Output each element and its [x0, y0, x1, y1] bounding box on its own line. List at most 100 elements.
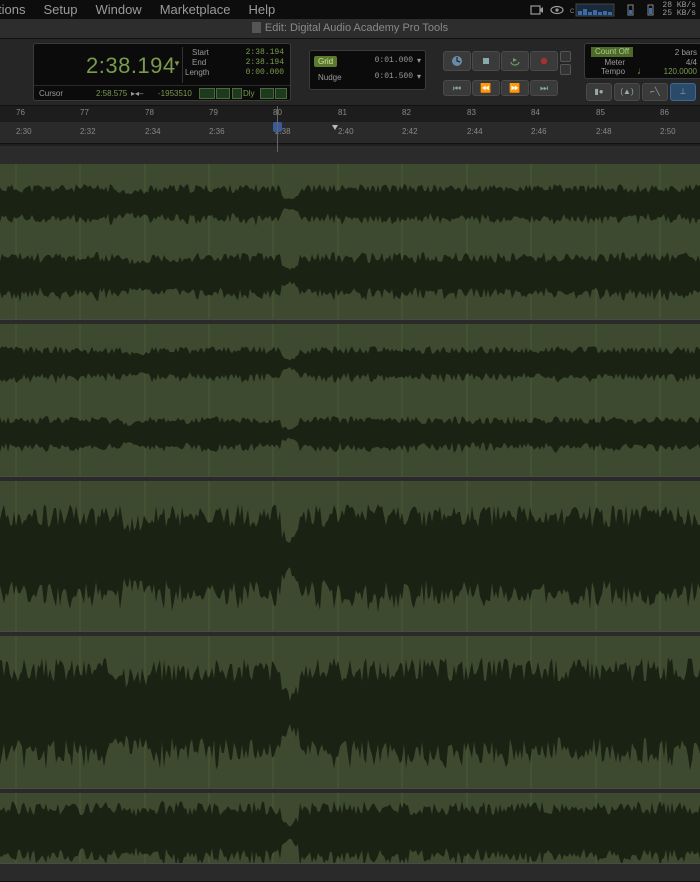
chevron-down-icon[interactable]: ▾: [417, 72, 421, 81]
main-counter[interactable]: 2:38.194 ▼ Start 2:38.194 End 2:38.194 L…: [33, 43, 291, 101]
time-label: 2:36: [209, 127, 225, 136]
bar-label: 77: [80, 108, 89, 117]
mono-waveform: [0, 481, 700, 631]
stop-icon: [483, 58, 489, 64]
nudge-row[interactable]: Nudge 0:01.500 ▾: [314, 71, 421, 85]
menu-marketplace[interactable]: Marketplace: [151, 0, 240, 19]
transport-option-toggle-2[interactable]: [560, 64, 571, 75]
record-toggle-icon: ▮●: [594, 87, 604, 96]
mini-toggle-icon-2[interactable]: [275, 88, 287, 99]
start-value[interactable]: 2:38.194: [246, 48, 284, 57]
chevron-down-icon[interactable]: ▾: [417, 56, 421, 65]
bars-beats-ruler[interactable]: 76 77 78 79 80 81 82 83 84 85 86: [0, 106, 700, 123]
document-icon: [251, 22, 261, 33]
time-label: 2:50: [660, 127, 676, 136]
clock-icon: [452, 56, 462, 66]
metronome-icon: (▲): [620, 87, 634, 96]
menubar-status-area: C 28 KB/s 25 KB/s: [530, 0, 700, 19]
loop-play-icon: [510, 58, 520, 66]
sample-value: -1953510: [158, 89, 192, 98]
waveform-lane: [0, 416, 700, 454]
mini-meter-icon-2[interactable]: [216, 88, 230, 99]
disk-meter-icon[interactable]: [642, 4, 656, 16]
time-label: 2:48: [596, 127, 612, 136]
rewind-icon: ⏪: [480, 83, 492, 93]
grid-value[interactable]: 0:01.000: [375, 56, 413, 65]
fast-forward-button[interactable]: ⏩: [501, 80, 529, 96]
bar-label: 76: [16, 108, 25, 117]
tempo-ruler-button[interactable]: ⊥: [670, 83, 696, 101]
counter-divider: [182, 47, 183, 83]
bar-label: 83: [467, 108, 476, 117]
mini-toggle-icon[interactable]: [260, 88, 274, 99]
time-label: 2:42: [402, 127, 418, 136]
rewind-button[interactable]: ⏪: [472, 80, 500, 96]
conductor-button[interactable]: ⌐╲: [642, 83, 668, 101]
menu-options[interactable]: tions: [0, 0, 34, 19]
online-button[interactable]: [443, 51, 471, 71]
play-loop-button[interactable]: [501, 51, 529, 71]
camera-icon[interactable]: [530, 4, 544, 16]
track-clip[interactable]: [0, 164, 700, 319]
waveform-lane: [0, 184, 700, 226]
chevron-down-icon[interactable]: ▼: [173, 59, 181, 68]
end-value[interactable]: 2:38.194: [246, 58, 284, 67]
waveform-lane: [0, 252, 700, 302]
stereo-waveform: [0, 324, 700, 476]
conductor-icon: ⌐╲: [650, 87, 660, 96]
grid-row[interactable]: Grid 0:01.000 ▾: [314, 55, 421, 69]
transport-option-toggle[interactable]: [560, 51, 571, 62]
delay-compensation-icon[interactable]: [232, 88, 242, 99]
timeline-rulers[interactable]: 76 77 78 79 80 81 82 83 84 85 86 2:30 2:…: [0, 106, 700, 146]
menu-help[interactable]: Help: [240, 0, 285, 19]
length-value[interactable]: 0:00.000: [246, 68, 284, 77]
bar-label: 82: [402, 108, 411, 117]
grid-button[interactable]: Grid: [314, 56, 338, 67]
delay-label[interactable]: Dly: [243, 89, 255, 98]
track-clip[interactable]: [0, 793, 700, 863]
tempo-map-icon: ⊥: [679, 87, 687, 96]
track-clip[interactable]: [0, 481, 700, 631]
bar-label: 78: [145, 108, 154, 117]
menu-setup[interactable]: Setup: [34, 0, 86, 19]
cursor-row: Cursor 2:58.575 ▸◂– -1953510 Dly: [34, 85, 290, 100]
time-label: 2:34: [145, 127, 161, 136]
net-download-rate: 25 KB/s: [662, 8, 696, 18]
min-secs-ruler[interactable]: 2:30 2:32 2:34 2:36 2:38 2:40 2:42 2:44 …: [0, 123, 700, 144]
playhead-line: [277, 106, 278, 152]
start-label: Start: [192, 48, 209, 57]
tempo-value[interactable]: 120.0000: [585, 67, 697, 76]
mono-waveform: [0, 636, 700, 788]
waveform-lane: [0, 504, 700, 613]
metronome-button[interactable]: ▮●: [586, 83, 612, 101]
count-off-value[interactable]: 2 bars: [585, 48, 697, 57]
track-clip[interactable]: [0, 636, 700, 788]
main-counter-time[interactable]: 2:38.194: [86, 53, 176, 79]
stop-button[interactable]: [472, 51, 500, 71]
waveform-lane: [0, 346, 700, 384]
bar-label: 85: [596, 108, 605, 117]
end-label: End: [192, 58, 207, 67]
count-off-meter-tempo: Count Off 2 bars Meter 4/4 Tempo ♩ 120.0…: [584, 43, 700, 79]
window-title: Edit: Digital Audio Academy Pro Tools: [264, 22, 449, 34]
track-clip[interactable]: [0, 324, 700, 476]
eye-icon[interactable]: [550, 4, 564, 16]
return-to-zero-button[interactable]: ⏮: [443, 80, 471, 96]
record-button[interactable]: [530, 51, 558, 71]
mini-meter-icon[interactable]: [199, 88, 215, 99]
return-to-zero-icon: ⏮: [452, 83, 462, 93]
cursor-label: Cursor: [39, 89, 64, 98]
go-to-end-button[interactable]: ⏭: [530, 80, 558, 96]
track-separator: [0, 863, 700, 882]
selection-marker[interactable]: [332, 125, 338, 130]
time-label: 2:46: [531, 127, 547, 136]
bar-label: 84: [531, 108, 540, 117]
click-button[interactable]: (▲): [614, 83, 640, 101]
cpu-meter-icon[interactable]: C: [570, 3, 616, 17]
memory-meter-icon[interactable]: [622, 4, 636, 16]
nudge-button[interactable]: Nudge: [314, 72, 346, 83]
marker-ruler[interactable]: [0, 146, 700, 165]
nudge-value[interactable]: 0:01.500: [375, 72, 413, 81]
menu-window[interactable]: Window: [86, 0, 150, 19]
mono-waveform: [0, 793, 700, 863]
